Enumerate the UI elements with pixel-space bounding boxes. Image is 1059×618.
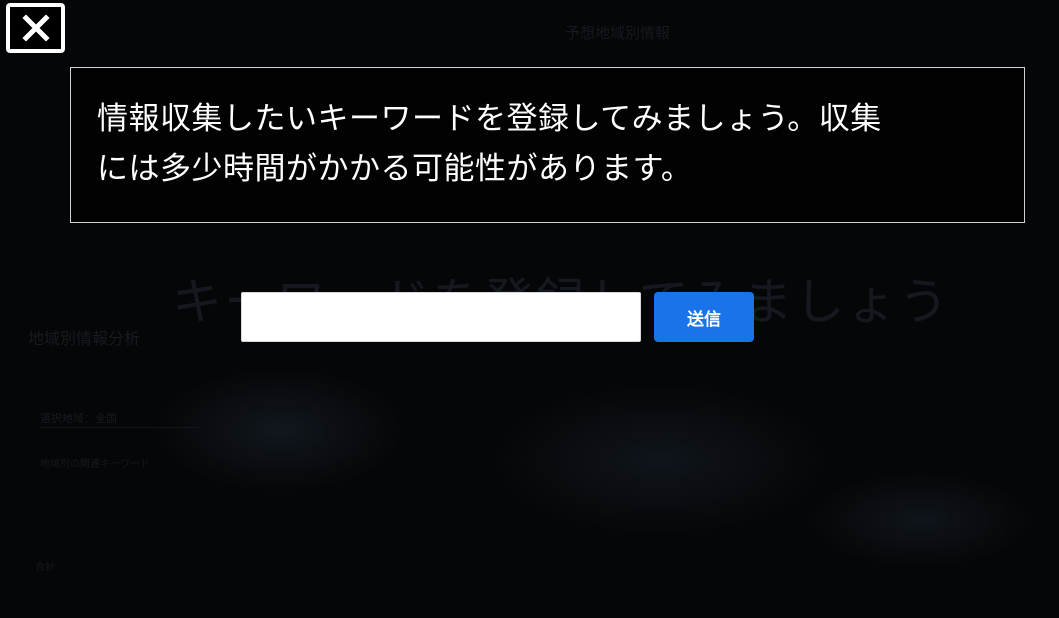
overlay-stage: 予想地域別情報 キーワードを登録してみましょう 地域別情報分析 選択地域：全国 … bbox=[0, 0, 1059, 618]
background-map bbox=[20, 320, 1040, 610]
background-title: 予想地域別情報 bbox=[565, 24, 671, 42]
background-side-title: 地域別情報分析 bbox=[28, 329, 141, 348]
close-button[interactable] bbox=[6, 3, 65, 53]
submit-button[interactable]: 送信 bbox=[654, 292, 754, 342]
background-footer: 合計 bbox=[35, 562, 55, 573]
background-side-field: 選択地域：全国 bbox=[40, 410, 200, 428]
instruction-line-2: には多少時間がかかる可能性があります。 bbox=[97, 151, 693, 187]
keyword-input[interactable] bbox=[241, 292, 641, 342]
instruction-box: 情報収集したいキーワードを登録してみましょう。収集 には多少時間がかかる可能性が… bbox=[70, 67, 1025, 223]
instruction-line-1: 情報収集したいキーワードを登録してみましょう。収集 bbox=[97, 101, 882, 137]
background-side-text: 地域別の関連キーワード bbox=[40, 459, 150, 470]
close-icon bbox=[21, 14, 50, 42]
